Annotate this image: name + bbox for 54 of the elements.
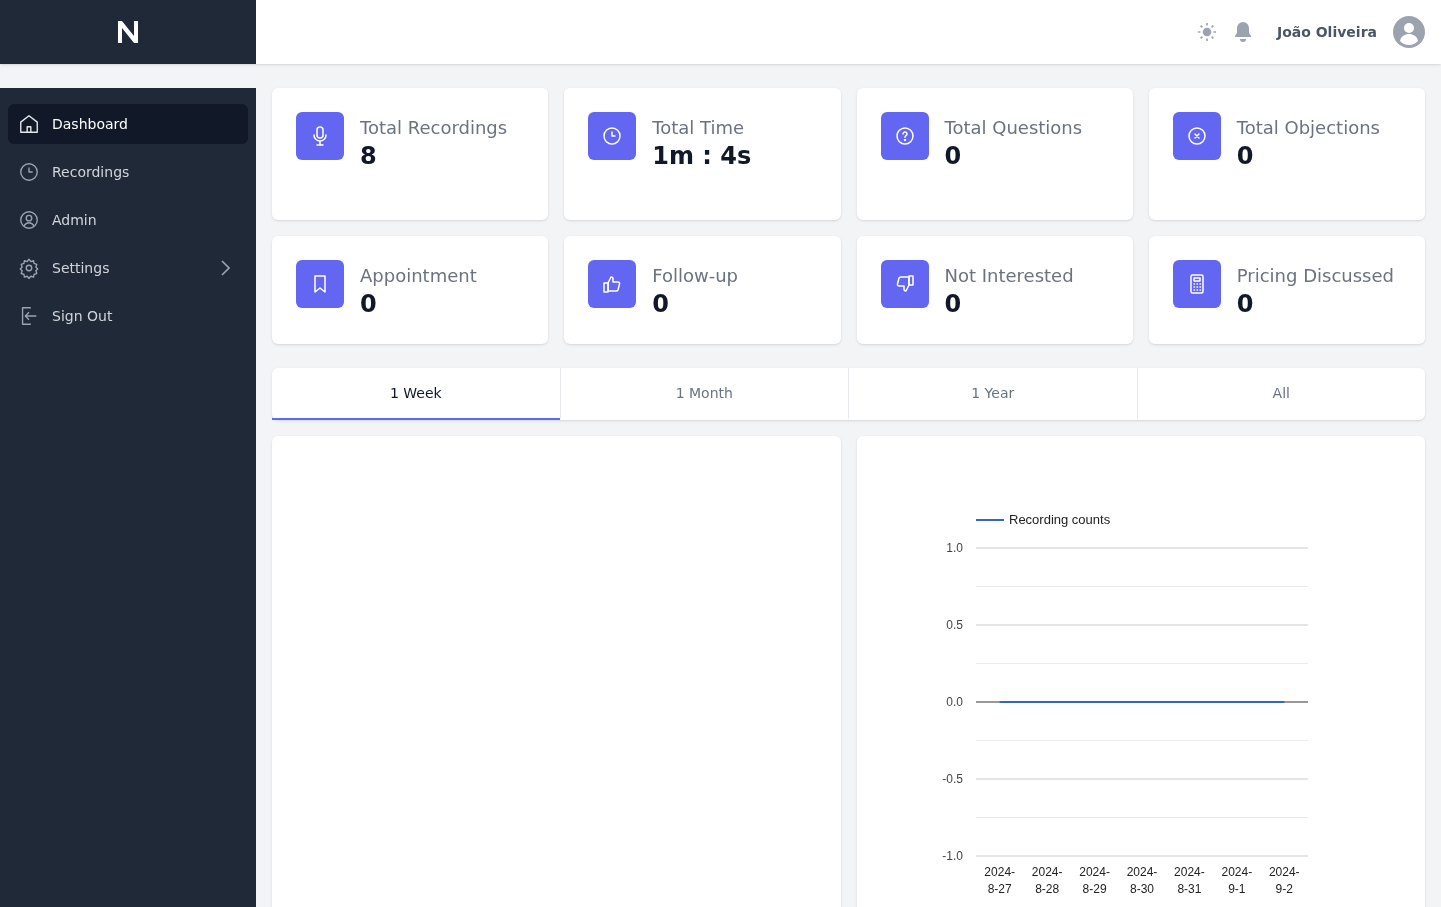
gear-icon [18,257,40,279]
x-tick-label: 2024-8-28 [1031,865,1062,896]
y-tick-label: 0.0 [945,695,963,709]
sidebar-item[interactable]: Recordings [8,152,248,192]
stat-value: 1m : 4s [652,142,752,170]
x-tick-label: 2024-8-29 [1078,865,1110,896]
sidebar-item[interactable]: Admin [8,200,248,240]
user-circle-icon [18,209,40,231]
y-tick-label: 0.5 [945,618,963,632]
thumbs-up-icon [588,260,637,308]
clock-icon [18,161,40,183]
stat-value: 8 [360,142,378,170]
sidebar-item[interactable]: Sign Out [8,296,248,336]
user-name[interactable]: João Oliveira [1276,22,1377,42]
legend-label: Recording counts [1008,512,1111,527]
stat-value: 0 [652,290,670,318]
y-tick-label: -1.0 [941,849,963,863]
stat-label: Follow-up [652,264,739,288]
x-tick-label: 2024-8-27 [983,865,1015,896]
stat-value: 0 [944,142,963,170]
stat-value: 0 [1236,290,1255,318]
home-icon [18,113,40,135]
stat-value: 0 [1236,142,1255,170]
stat-label: Total Recordings [360,116,508,140]
x-tick-label: 2024-9-1 [1221,865,1252,896]
period-tab[interactable]: All [1136,368,1425,420]
stat-label: Not Interested [944,264,1074,288]
y-tick-label: -0.5 [941,772,963,786]
stat-label: Total Questions [944,116,1083,140]
period-tab[interactable]: 1 Month [559,368,848,420]
stat-value: 0 [944,290,963,318]
x-tick-label: 2024-8-31 [1173,865,1205,896]
logo-icon [116,19,140,45]
x-tick-label: 2024-9-2 [1268,865,1300,896]
sidebar-item[interactable]: Dashboard [8,104,248,144]
avatar-icon[interactable] [1393,16,1425,48]
stat-label: Total Time [652,116,746,140]
sun-icon[interactable] [1196,22,1217,42]
thumbs-down-icon [880,260,929,308]
legend-entry: Recording counts [974,512,1110,527]
y-tick-label: 1.0 [945,541,963,555]
x-tick-label: 2024-8-30 [1126,865,1157,896]
calculator-icon [1172,260,1221,308]
period-tab[interactable]: 1 Week [272,368,560,420]
stat-value: 0 [360,290,378,318]
sidebar-item[interactable]: Settings [8,248,248,288]
clock-icon [588,112,637,160]
stat-label: Total Objections [1236,116,1380,140]
stat-label: Pricing Discussed [1236,264,1394,288]
microphone-icon [296,112,344,160]
bookmark-icon [296,260,344,308]
bell-icon[interactable] [1232,21,1253,43]
stat-label: Appointment [360,264,477,288]
period-tab[interactable]: 1 Year [848,368,1137,420]
